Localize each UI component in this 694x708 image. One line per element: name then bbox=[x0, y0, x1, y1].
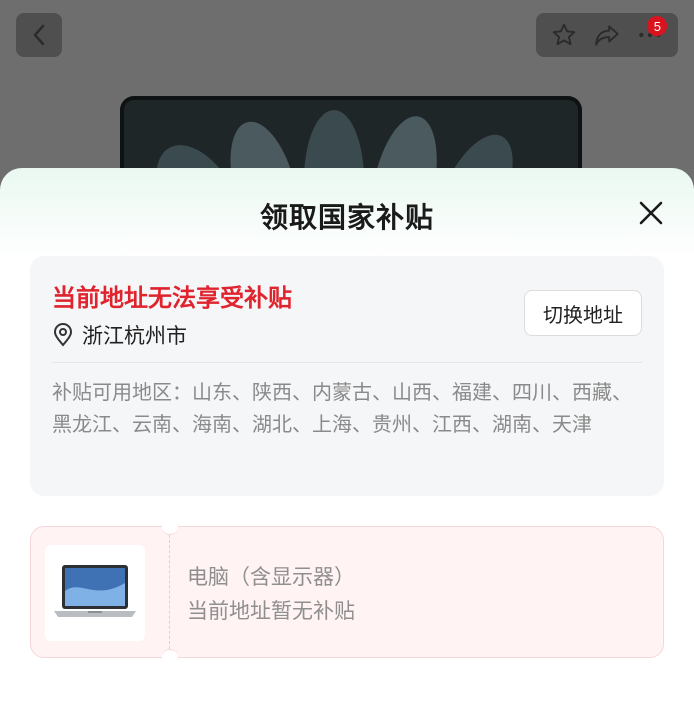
switch-address-button[interactable]: 切换地址 bbox=[524, 290, 642, 336]
close-icon bbox=[639, 201, 663, 225]
back-button[interactable] bbox=[16, 13, 62, 57]
back-icon bbox=[33, 24, 45, 46]
address-card: 当前地址无法享受补贴 浙江杭州市 切换地址 补贴可用地区：山东、陕西、内蒙古、山… bbox=[30, 256, 664, 496]
more-button[interactable]: 5 bbox=[635, 16, 668, 50]
available-regions: 补贴可用地区：山东、陕西、内蒙古、山西、福建、四川、西藏、黑龙江、云南、海南、湖… bbox=[52, 380, 632, 436]
favorite-button[interactable] bbox=[549, 20, 579, 50]
ticket-notch bbox=[162, 649, 178, 666]
laptop-icon bbox=[54, 565, 136, 617]
address-warning: 当前地址无法享受补贴 bbox=[52, 284, 292, 312]
notification-badge: 5 bbox=[647, 16, 668, 36]
ticket-divider bbox=[169, 535, 170, 649]
location-text: 浙江杭州市 bbox=[82, 324, 187, 348]
ticket-notch bbox=[162, 518, 178, 535]
share-icon bbox=[595, 25, 619, 46]
product-subsidy-status: 当前地址暂无补贴 bbox=[187, 599, 355, 623]
product-name: 电脑（含显示器） bbox=[187, 565, 355, 589]
star-icon bbox=[552, 23, 575, 46]
share-button[interactable] bbox=[592, 20, 622, 50]
location-pin-icon bbox=[53, 323, 73, 347]
divider bbox=[52, 362, 642, 363]
sheet-title: 领取国家补贴 bbox=[259, 201, 434, 234]
close-button[interactable] bbox=[636, 198, 666, 228]
subsidy-sheet: 领取国家补贴 当前地址无法享受补贴 浙江杭州市 切换地址 补贴可用地区：山东、陕… bbox=[0, 168, 694, 708]
current-location: 浙江杭州市 bbox=[52, 320, 187, 350]
product-subsidy-card[interactable]: 电脑（含显示器） 当前地址暂无补贴 bbox=[30, 518, 664, 666]
header-actions: 5 bbox=[536, 13, 678, 57]
product-thumbnail bbox=[45, 545, 145, 641]
